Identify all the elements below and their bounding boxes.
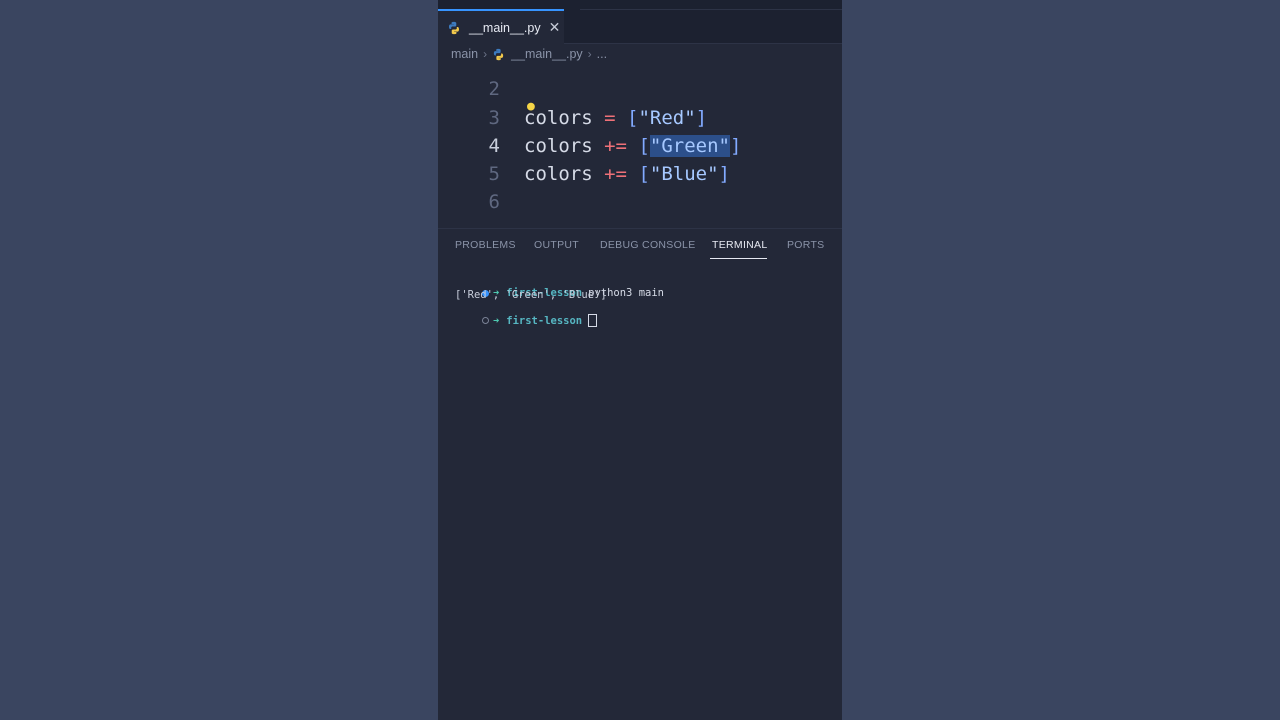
code-line: 5 colors += ["Blue"] xyxy=(438,160,842,188)
prompt-arrow-icon: ➜ xyxy=(492,314,500,327)
line-number: 5 xyxy=(488,163,500,185)
tab-debug-console[interactable]: DEBUG CONSOLE xyxy=(600,239,696,251)
tab-terminal[interactable]: TERMINAL xyxy=(712,239,768,251)
code-editor[interactable]: 2 ● 3 colors = ["Red"] 4 colors += ["Gre… xyxy=(438,66,842,228)
breadcrumb-file[interactable]: __main__.py xyxy=(511,47,583,61)
line-number: 6 xyxy=(488,191,500,213)
active-tab-indicator xyxy=(710,258,767,259)
breadcrumb: main › __main__.py › ... xyxy=(451,46,607,62)
terminal-line: ➜ first-lesson python3 main xyxy=(444,275,664,299)
terminal-output: ['Red', 'Green', 'Blue'] xyxy=(455,289,607,301)
terminal-line: ➜ first-lesson xyxy=(444,302,598,327)
chevron-right-icon: › xyxy=(483,47,488,61)
editor-tab-bar: __main__.py ✕ xyxy=(438,0,842,44)
line-number: 3 xyxy=(488,107,500,129)
code-line: 6 xyxy=(438,188,842,216)
terminal-panel[interactable]: ➜ first-lesson python3 main ['Red', 'Green… xyxy=(438,272,842,720)
tab-bar-strip xyxy=(580,0,842,10)
code-line: 2 xyxy=(438,75,842,103)
panel-tab-bar: PROBLEMS OUTPUT DEBUG CONSOLE TERMINAL P… xyxy=(438,228,842,263)
tab-output[interactable]: OUTPUT xyxy=(534,239,579,251)
prompt-dir: first-lesson xyxy=(506,314,583,327)
selected-text: "Green" xyxy=(649,135,730,157)
code-line-active: 4 colors += ["Green"] xyxy=(438,132,842,160)
breadcrumb-folder[interactable]: main xyxy=(451,47,478,61)
vscode-window: __main__.py ✕ main › __main__.py › ... 2… xyxy=(438,0,842,720)
line-number: 4 xyxy=(488,135,500,157)
code-line: ● 3 colors = ["Red"] xyxy=(438,99,842,132)
python-icon xyxy=(493,48,504,60)
terminal-cursor xyxy=(588,314,598,327)
chevron-right-icon: › xyxy=(587,47,592,61)
editor-tab-main-py[interactable]: __main__.py ✕ xyxy=(438,9,564,44)
code-text: colors += ["Blue"] xyxy=(524,163,730,185)
tab-ports[interactable]: PORTS xyxy=(787,239,824,251)
close-icon[interactable]: ✕ xyxy=(549,19,561,36)
breadcrumb-ellipsis[interactable]: ... xyxy=(597,47,607,61)
command-pending-icon[interactable] xyxy=(481,317,489,324)
code-text: colors = ["Red"] xyxy=(524,107,708,129)
code-text: colors += ["Green"] xyxy=(524,135,742,157)
line-number: 2 xyxy=(488,78,500,100)
tab-problems[interactable]: PROBLEMS xyxy=(455,239,516,251)
tab-label: __main__.py xyxy=(469,20,541,35)
python-icon xyxy=(449,21,459,34)
